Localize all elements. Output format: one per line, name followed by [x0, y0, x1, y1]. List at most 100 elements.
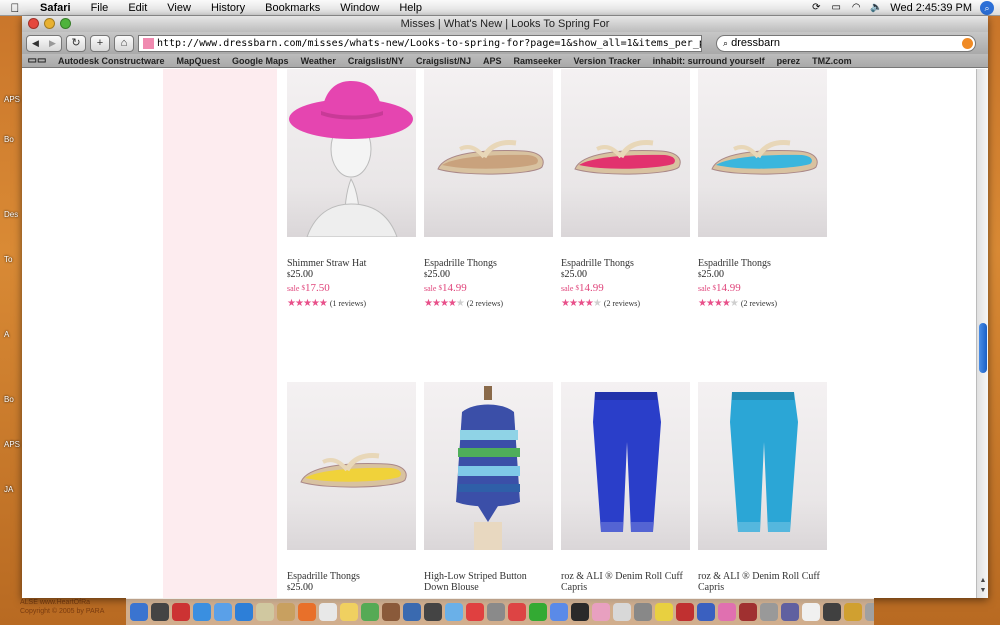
- desktop-icon-label[interactable]: APS: [4, 440, 20, 449]
- product-image[interactable]: [698, 69, 827, 237]
- menu-view[interactable]: View: [157, 2, 201, 14]
- dock-app-icon[interactable]: [319, 603, 337, 621]
- dock-app-icon[interactable]: [277, 603, 295, 621]
- display-icon[interactable]: ▭: [830, 2, 842, 14]
- product-card[interactable]: roz & ALI ® Denim Roll Cuff Capris: [698, 382, 827, 593]
- title-bar[interactable]: Misses | What's New | Looks To Spring Fo…: [22, 16, 988, 32]
- product-name[interactable]: roz & ALI ® Denim Roll Cuff Capris: [561, 571, 690, 593]
- dock-app-icon[interactable]: [298, 603, 316, 621]
- menubar-clock[interactable]: Wed 2:45:39 PM: [890, 2, 972, 14]
- menu-window[interactable]: Window: [330, 2, 389, 14]
- volume-icon[interactable]: 🔈: [870, 2, 882, 14]
- dock-app-icon[interactable]: [340, 603, 358, 621]
- wifi-icon[interactable]: ◠: [850, 2, 862, 14]
- product-name[interactable]: roz & ALI ® Denim Roll Cuff Capris: [698, 571, 827, 593]
- dock-app-icon[interactable]: [697, 603, 715, 621]
- dock-app-icon[interactable]: [718, 603, 736, 621]
- menu-edit[interactable]: Edit: [118, 2, 157, 14]
- product-image[interactable]: [424, 382, 553, 550]
- bookmark-item[interactable]: Craigslist/NY: [342, 56, 410, 66]
- product-image[interactable]: [561, 69, 690, 237]
- dock-app-icon[interactable]: [739, 603, 757, 621]
- dock-app-icon[interactable]: [844, 603, 862, 621]
- bookmark-item[interactable]: Weather: [295, 56, 342, 66]
- product-name[interactable]: Espadrille Thongs: [424, 258, 553, 269]
- bookmarks-book-icon[interactable]: ▭▭: [22, 55, 52, 66]
- dock-app-icon[interactable]: [172, 603, 190, 621]
- product-card[interactable]: Espadrille Thongs $25.00: [287, 382, 416, 594]
- bookmark-item[interactable]: inhabit: surround yourself: [647, 56, 771, 66]
- dock-app-icon[interactable]: [445, 603, 463, 621]
- review-count-link[interactable]: (2 reviews): [741, 299, 777, 308]
- dock-app-icon[interactable]: [550, 603, 568, 621]
- dock-app-icon[interactable]: [613, 603, 631, 621]
- dock-app-icon[interactable]: [655, 603, 673, 621]
- product-name[interactable]: Shimmer Straw Hat: [287, 258, 416, 269]
- product-card[interactable]: Espadrille Thongs $25.00 sale $14.99 ★★★★★(…: [698, 69, 827, 309]
- dock-app-icon[interactable]: [592, 603, 610, 621]
- product-image[interactable]: [698, 382, 827, 550]
- product-image[interactable]: [287, 382, 416, 550]
- dock-app-icon[interactable]: [529, 603, 547, 621]
- desktop-icon-label[interactable]: JA: [4, 485, 13, 494]
- product-card[interactable]: roz & ALI ® Denim Roll Cuff Capris: [561, 382, 690, 593]
- desktop-icon-label[interactable]: To: [4, 255, 12, 264]
- menu-bookmarks[interactable]: Bookmarks: [255, 2, 330, 14]
- dock-app-icon[interactable]: [214, 603, 232, 621]
- bookmark-item[interactable]: Autodesk Constructware: [52, 56, 171, 66]
- sync-icon[interactable]: ⟳: [810, 2, 822, 14]
- dock-app-icon[interactable]: [781, 603, 799, 621]
- bookmark-item[interactable]: TMZ.com: [806, 56, 858, 66]
- product-name[interactable]: Espadrille Thongs: [698, 258, 827, 269]
- dock-app-icon[interactable]: [487, 603, 505, 621]
- product-card[interactable]: Espadrille Thongs $25.00 sale $14.99 ★★★★★(…: [561, 69, 690, 309]
- bookmark-item[interactable]: APS: [477, 56, 508, 66]
- dock-app-icon[interactable]: [865, 603, 874, 621]
- product-name[interactable]: Espadrille Thongs: [287, 571, 416, 582]
- product-card[interactable]: Espadrille Thongs $25.00 sale $14.99 ★★★★★(…: [424, 69, 553, 309]
- desktop-icon-label[interactable]: A: [4, 330, 9, 339]
- bookmark-item[interactable]: Version Tracker: [568, 56, 647, 66]
- dock-app-icon[interactable]: [760, 603, 778, 621]
- dock-app-icon[interactable]: [130, 603, 148, 621]
- scroll-up-arrow[interactable]: ▲: [977, 577, 989, 587]
- review-count-link[interactable]: (1 reviews): [330, 299, 366, 308]
- zoom-button[interactable]: [60, 18, 71, 29]
- dock-app-icon[interactable]: [361, 603, 379, 621]
- menu-file[interactable]: File: [81, 2, 119, 14]
- product-card[interactable]: High-Low Striped Button Down Blouse: [424, 382, 553, 593]
- menu-help[interactable]: Help: [389, 2, 432, 14]
- dock-app-icon[interactable]: [151, 603, 169, 621]
- menu-history[interactable]: History: [201, 2, 255, 14]
- scroll-down-arrow[interactable]: ▼: [977, 587, 989, 597]
- reload-button[interactable]: ↻: [66, 34, 86, 52]
- dock-app-icon[interactable]: [403, 603, 421, 621]
- desktop-icon-label[interactable]: Bo: [4, 395, 14, 404]
- dock-app-icon[interactable]: [193, 603, 211, 621]
- review-count-link[interactable]: (2 reviews): [604, 299, 640, 308]
- apple-icon[interactable]: : [0, 1, 30, 15]
- minimize-button[interactable]: [44, 18, 55, 29]
- close-button[interactable]: [28, 18, 39, 29]
- desktop-icon-label[interactable]: Bo: [4, 135, 14, 144]
- product-card[interactable]: Shimmer Straw Hat $25.00 sale $17.50 ★★★★★(…: [287, 69, 416, 309]
- dock-app-icon[interactable]: [466, 603, 484, 621]
- product-image[interactable]: [287, 69, 416, 237]
- dock-app-icon[interactable]: [424, 603, 442, 621]
- product-name[interactable]: High-Low Striped Button Down Blouse: [424, 571, 553, 593]
- dock-app-icon[interactable]: [571, 603, 589, 621]
- snapback-icon[interactable]: [962, 37, 973, 49]
- back-icon[interactable]: ◀: [27, 36, 44, 51]
- vertical-scrollbar[interactable]: ▲ ▼: [976, 69, 988, 598]
- product-name[interactable]: Espadrille Thongs: [561, 258, 690, 269]
- forward-icon[interactable]: ▶: [44, 36, 61, 51]
- dock-app-icon[interactable]: [382, 603, 400, 621]
- dock-app-icon[interactable]: [823, 603, 841, 621]
- add-bookmark-button[interactable]: +: [90, 34, 110, 52]
- bookmark-item[interactable]: Craigslist/NJ: [410, 56, 477, 66]
- product-image[interactable]: [424, 69, 553, 237]
- bookmark-item[interactable]: Ramseeker: [508, 56, 568, 66]
- desktop-icon-label[interactable]: APS: [4, 95, 20, 104]
- search-input[interactable]: ⌕ dressbarn: [716, 34, 976, 52]
- dock-app-icon[interactable]: [508, 603, 526, 621]
